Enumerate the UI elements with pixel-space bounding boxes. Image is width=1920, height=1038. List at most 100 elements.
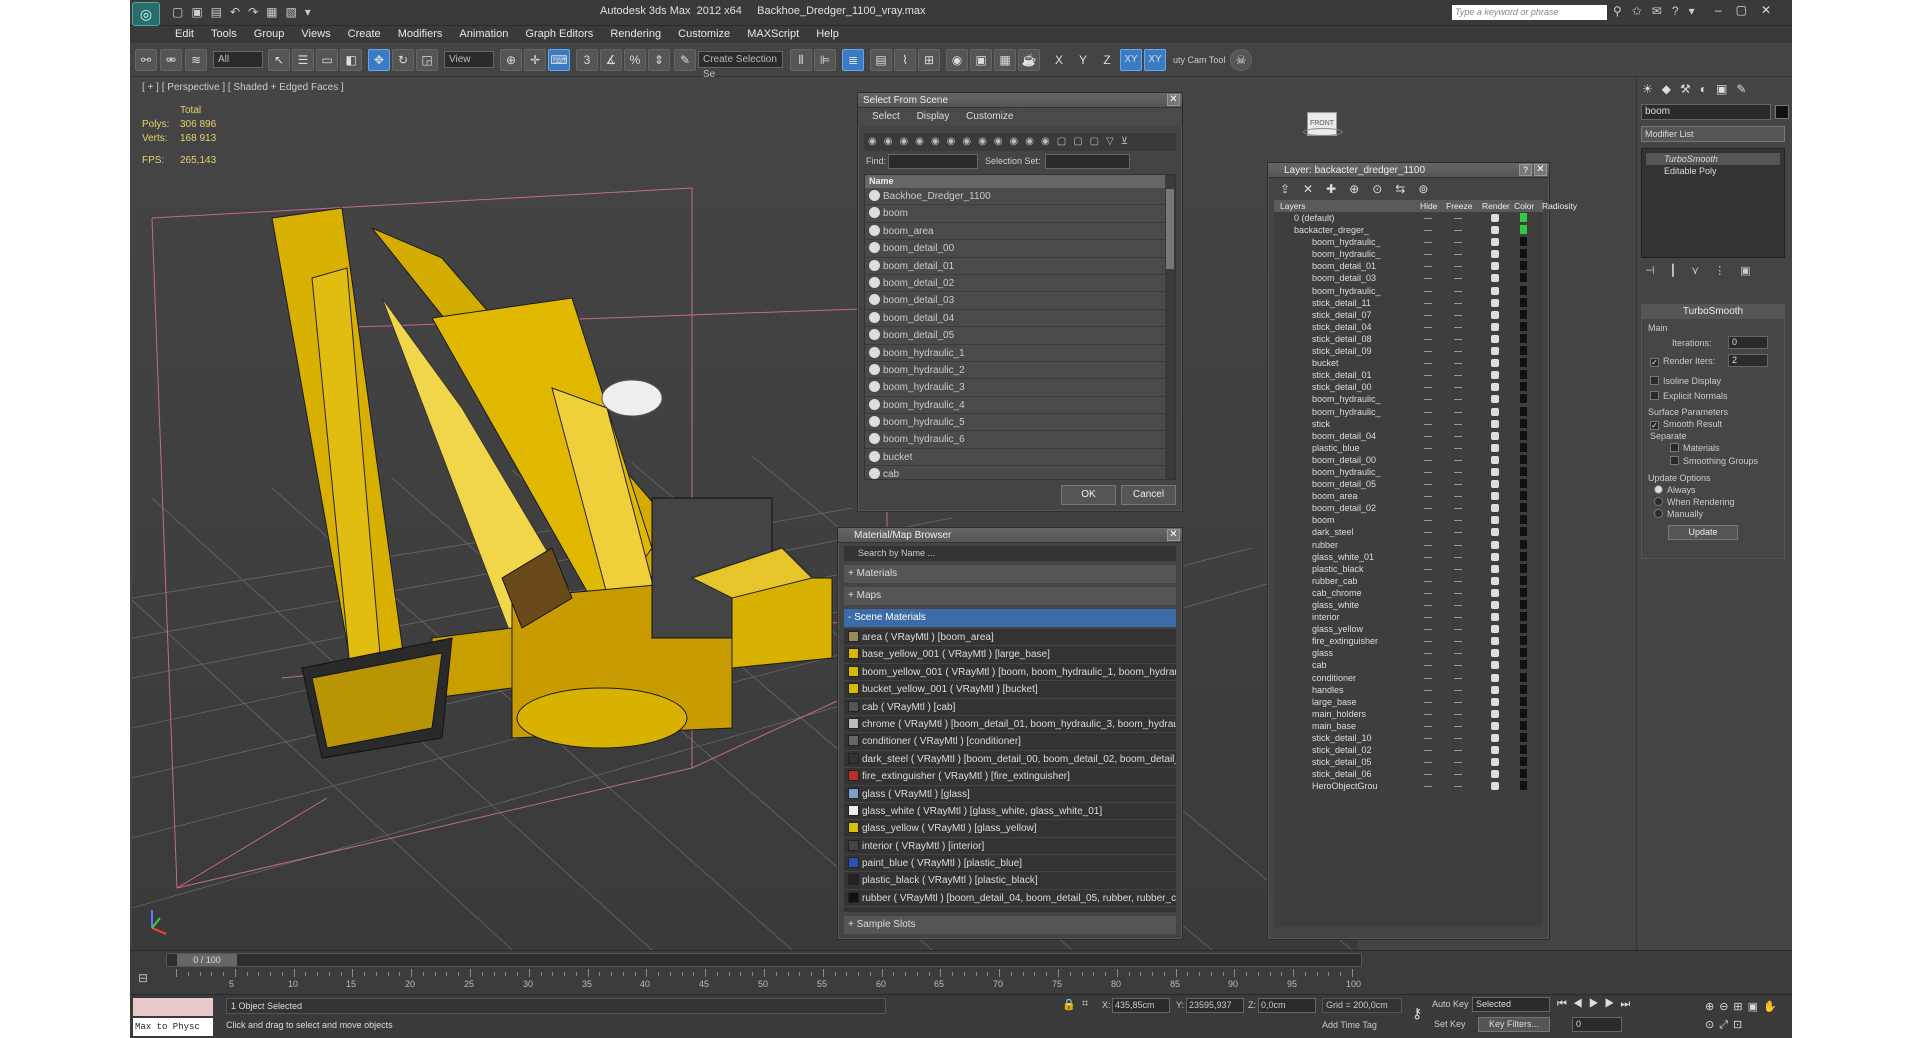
layer-object-row[interactable]: cab xyxy=(1274,659,1543,671)
material-row[interactable]: conditioner ( VRayMtl ) [conditioner] xyxy=(844,733,1176,751)
layer-object-row[interactable]: conditioner xyxy=(1274,672,1543,684)
object-color-swatch[interactable] xyxy=(1775,105,1789,119)
explicit-normals-checkbox[interactable]: Explicit Normals xyxy=(1650,391,1728,401)
render-toggle-icon[interactable] xyxy=(1491,661,1499,670)
update-when-rendering-radio[interactable]: When Rendering xyxy=(1654,497,1735,507)
render-iters-spinner[interactable]: 2 xyxy=(1728,354,1768,367)
render-toggle-icon[interactable] xyxy=(1491,407,1499,416)
sfs-list-item[interactable]: boom_detail_02 xyxy=(865,275,1175,293)
absolute-mode-icon[interactable]: ⌗ xyxy=(1082,998,1088,1011)
hide-toggle[interactable] xyxy=(1424,278,1432,280)
render-toggle-icon[interactable] xyxy=(1491,383,1499,392)
layer-color-swatch[interactable] xyxy=(1520,309,1527,319)
close-icon[interactable]: ✕ xyxy=(1167,529,1180,541)
help-icon[interactable]: ? xyxy=(1519,164,1532,176)
sfs-list-item[interactable]: boom_detail_03 xyxy=(865,292,1175,310)
hide-toggle[interactable] xyxy=(1424,266,1432,268)
freeze-toggle[interactable] xyxy=(1454,544,1462,546)
sfs-filter-toolbar[interactable]: ◉◉◉◉◉◉◉◉◉◉◉◉▢▢▢▽⊻ xyxy=(864,133,1176,151)
render-toggle-icon[interactable] xyxy=(1491,770,1499,779)
freeze-toggle[interactable] xyxy=(1454,532,1462,534)
layer-object-row[interactable]: boom xyxy=(1274,514,1543,526)
hide-toggle[interactable] xyxy=(1424,338,1432,340)
sample-slots-group[interactable]: + Sample Slots xyxy=(844,916,1176,934)
freeze-toggle[interactable] xyxy=(1454,665,1462,667)
menu-customize[interactable]: Customize xyxy=(678,26,730,43)
layer-color-swatch[interactable] xyxy=(1520,769,1527,779)
layer-color-swatch[interactable] xyxy=(1520,745,1527,755)
layer-color-swatch[interactable] xyxy=(1520,600,1527,609)
sfs-list-item[interactable]: bucket xyxy=(865,449,1175,467)
freeze-toggle[interactable] xyxy=(1454,641,1462,643)
hide-toggle[interactable] xyxy=(1424,689,1432,691)
hide-toggle[interactable] xyxy=(1424,750,1432,752)
pivot-center-icon[interactable]: ⊕ xyxy=(500,49,522,71)
rollout-title[interactable]: TurboSmooth xyxy=(1642,305,1784,319)
freeze-toggle[interactable] xyxy=(1454,738,1462,740)
render-toggle-icon[interactable] xyxy=(1491,625,1499,634)
material-editor-icon[interactable]: ◉ xyxy=(946,49,968,71)
hide-toggle[interactable] xyxy=(1424,242,1432,244)
layer-color-swatch[interactable] xyxy=(1520,213,1527,222)
stack-item-editable-poly[interactable]: Editable Poly xyxy=(1646,165,1780,177)
render-toggle-icon[interactable] xyxy=(1491,782,1499,791)
layer-color-swatch[interactable] xyxy=(1520,527,1527,537)
hide-toggle[interactable] xyxy=(1424,629,1432,631)
layer-color-swatch[interactable] xyxy=(1520,587,1527,597)
menu-graph-editors[interactable]: Graph Editors xyxy=(525,26,593,43)
freeze-toggle[interactable] xyxy=(1454,471,1462,473)
graphite-icon[interactable]: ▤ xyxy=(870,49,892,71)
freeze-toggle[interactable] xyxy=(1454,230,1462,232)
freeze-toggle[interactable] xyxy=(1454,387,1462,389)
axis-xy-button[interactable]: XY xyxy=(1120,49,1142,71)
layer-object-row[interactable]: stick_detail_05 xyxy=(1274,756,1543,768)
layer-object-row[interactable]: stick_detail_10 xyxy=(1274,732,1543,744)
render-toggle-icon[interactable] xyxy=(1491,443,1499,452)
render-toggle-icon[interactable] xyxy=(1491,310,1499,319)
app-logo-icon[interactable]: ◎ xyxy=(132,2,160,26)
find-input[interactable] xyxy=(888,154,978,169)
layer-object-row[interactable]: large_base xyxy=(1274,696,1543,708)
scene-materials-group[interactable]: - Scene Materials xyxy=(844,609,1176,627)
freeze-toggle[interactable] xyxy=(1454,242,1462,244)
hide-toggle[interactable] xyxy=(1424,387,1432,389)
hide-toggle[interactable] xyxy=(1424,762,1432,764)
freeze-toggle[interactable] xyxy=(1454,520,1462,522)
axis-x-button[interactable]: X xyxy=(1048,49,1070,71)
hide-toggle[interactable] xyxy=(1424,713,1432,715)
reference-coord-dropdown[interactable]: View xyxy=(444,51,494,68)
layer-color-swatch[interactable] xyxy=(1520,321,1527,331)
menu-rendering[interactable]: Rendering xyxy=(610,26,661,43)
col-render[interactable]: Render xyxy=(1482,200,1510,212)
layer-object-row[interactable]: boom_hydraulic_ xyxy=(1274,406,1543,418)
freeze-toggle[interactable] xyxy=(1454,411,1462,413)
layer-color-swatch[interactable] xyxy=(1520,249,1527,259)
layer-color-swatch[interactable] xyxy=(1520,503,1527,513)
auto-key-button[interactable]: Auto Key xyxy=(1432,999,1469,1009)
iterations-spinner[interactable]: 0 xyxy=(1728,336,1768,349)
layer-object-row[interactable]: handles xyxy=(1274,684,1543,696)
material-row[interactable]: interior ( VRayMtl ) [interior] xyxy=(844,838,1176,856)
layer-color-swatch[interactable] xyxy=(1520,660,1527,670)
smooth-result-checkbox[interactable]: ✓ Smooth Result xyxy=(1650,419,1722,430)
hide-toggle[interactable] xyxy=(1424,302,1432,304)
set-key-button[interactable]: Set Key xyxy=(1434,1019,1466,1029)
col-color[interactable]: Color xyxy=(1514,200,1534,212)
update-manually-radio[interactable]: Manually xyxy=(1654,509,1703,519)
layer-object-row[interactable]: stick_detail_02 xyxy=(1274,744,1543,756)
material-row[interactable]: dark_steel ( VRayMtl ) [boom_detail_00, … xyxy=(844,751,1176,769)
render-toggle-icon[interactable] xyxy=(1491,576,1499,585)
hide-toggle[interactable] xyxy=(1424,786,1432,788)
render-toggle-icon[interactable] xyxy=(1491,214,1499,222)
time-slider[interactable]: 0 / 100 xyxy=(166,953,1362,967)
render-toggle-icon[interactable] xyxy=(1491,746,1499,755)
hide-toggle[interactable] xyxy=(1424,351,1432,353)
hide-toggle[interactable] xyxy=(1424,520,1432,522)
freeze-toggle[interactable] xyxy=(1454,459,1462,461)
hide-toggle[interactable] xyxy=(1424,423,1432,425)
hide-toggle[interactable] xyxy=(1424,617,1432,619)
layer-object-row[interactable]: bucket xyxy=(1274,357,1543,369)
rotate-icon[interactable]: ↻ xyxy=(392,49,414,71)
hide-toggle[interactable] xyxy=(1424,484,1432,486)
freeze-toggle[interactable] xyxy=(1454,375,1462,377)
